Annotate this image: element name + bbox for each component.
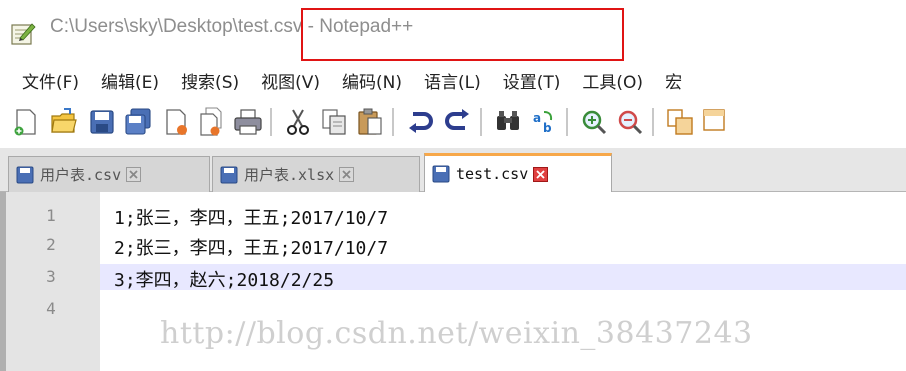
tab-user-table-csv[interactable]: 用户表.csv — [8, 156, 210, 192]
save-icon[interactable] — [84, 104, 120, 140]
toolbar-separator — [566, 108, 568, 136]
replace-icon[interactable]: a b — [526, 104, 562, 140]
tab-label: 用户表.csv — [40, 166, 122, 184]
menu-file[interactable]: 文件(F) — [22, 68, 79, 93]
close-tab-icon[interactable] — [339, 167, 355, 182]
menu-edit[interactable]: 编辑(E) — [101, 68, 159, 93]
copy-icon[interactable] — [316, 104, 352, 140]
close-tab-icon[interactable] — [533, 166, 549, 182]
menu-view[interactable]: 视图(V) — [261, 68, 320, 93]
toolbar-separator — [270, 108, 272, 136]
code-line: 2;张三，李四，王五;2017/10/7 — [114, 238, 389, 259]
close-icon[interactable] — [158, 104, 194, 140]
find-icon[interactable] — [490, 104, 526, 140]
new-file-icon[interactable] — [8, 104, 44, 140]
paste-icon[interactable] — [352, 104, 388, 140]
tab-bar: 用户表.csv 用户表.xlsx test.csv — [0, 148, 906, 192]
line-number: 4 — [46, 299, 56, 318]
sync-horizontal-icon[interactable] — [698, 104, 734, 140]
cut-icon[interactable] — [280, 104, 316, 140]
svg-text:b: b — [543, 121, 552, 135]
line-number: 3 — [46, 267, 56, 286]
save-all-icon[interactable] — [120, 104, 156, 140]
zoom-in-icon[interactable] — [576, 104, 612, 140]
menu-macro[interactable]: 宏 — [665, 68, 682, 93]
line-number: 2 — [46, 235, 56, 254]
highlight-box — [301, 8, 624, 61]
code-line: 3;李四，赵六;2018/2/25 — [114, 270, 335, 291]
open-file-icon[interactable] — [46, 104, 82, 140]
menu-search[interactable]: 搜索(S) — [181, 68, 239, 93]
close-all-icon[interactable] — [194, 104, 230, 140]
redo-icon[interactable] — [440, 104, 476, 140]
menu-language[interactable]: 语言(L) — [424, 68, 481, 93]
undo-icon[interactable] — [402, 104, 438, 140]
line-number-gutter: 1 2 3 4 — [0, 192, 100, 371]
menu-settings[interactable]: 设置(T) — [503, 68, 561, 93]
title-bar: C:\Users\sky\Desktop\test.csv - Notepad+… — [0, 0, 906, 62]
toolbar: a b — [0, 98, 906, 146]
tab-label: 用户表.xlsx — [244, 166, 335, 184]
save-icon — [220, 166, 238, 183]
tab-label: test.csv — [456, 165, 529, 183]
notepad-plus-plus-icon — [11, 23, 36, 45]
menu-tools[interactable]: 工具(O) — [582, 68, 643, 93]
svg-text:a: a — [533, 111, 541, 125]
toolbar-separator — [480, 108, 482, 136]
close-tab-icon[interactable] — [126, 167, 142, 182]
menu-encoding[interactable]: 编码(N) — [342, 68, 402, 93]
save-icon — [432, 165, 450, 183]
line-number: 1 — [46, 206, 56, 225]
zoom-out-icon[interactable] — [612, 104, 648, 140]
print-icon[interactable] — [230, 104, 266, 140]
toolbar-separator — [392, 108, 394, 136]
code-line: 1;张三，李四，王五;2017/10/7 — [114, 208, 389, 229]
sync-vertical-icon[interactable] — [662, 104, 698, 140]
menu-bar: 文件(F) 编辑(E) 搜索(S) 视图(V) 编码(N) 语言(L) 设置(T… — [0, 62, 906, 98]
tab-user-table-xlsx[interactable]: 用户表.xlsx — [212, 156, 420, 192]
watermark: http://blog.csdn.net/weixin_38437243 — [160, 316, 753, 351]
save-icon — [16, 166, 34, 183]
toolbar-separator — [652, 108, 654, 136]
tab-test-csv[interactable]: test.csv — [424, 153, 612, 192]
